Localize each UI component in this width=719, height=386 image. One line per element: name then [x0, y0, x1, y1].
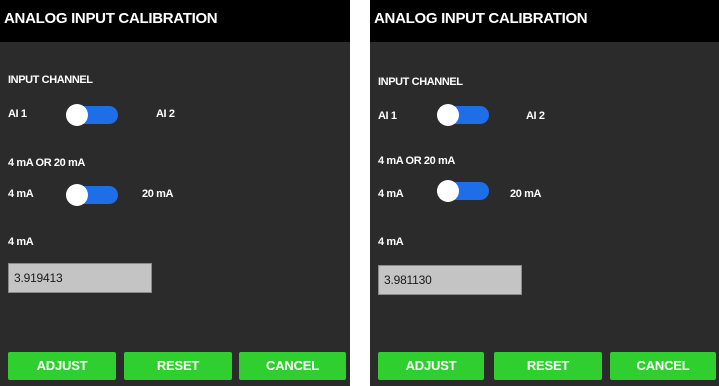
channel-ai2-label: AI 2 — [156, 108, 175, 120]
calibration-panel-right: ANALOG INPUT CALIBRATION INPUT CHANNEL A… — [370, 0, 719, 386]
calibration-value-field[interactable]: 3.981130 — [378, 265, 522, 295]
channel-ai1-label: AI 1 — [378, 110, 397, 122]
channel-ai1-label: AI 1 — [8, 108, 27, 120]
toggle-knob — [437, 104, 459, 126]
range-20ma-label: 20 mA — [510, 188, 542, 200]
input-channel-label: INPUT CHANNEL — [378, 76, 463, 88]
range-20ma-label: 20 mA — [142, 188, 174, 200]
calibration-panel-left: ANALOG INPUT CALIBRATION INPUT CHANNEL A… — [0, 0, 350, 386]
page-title: ANALOG INPUT CALIBRATION — [4, 10, 218, 27]
title-bar: ANALOG INPUT CALIBRATION — [0, 0, 350, 42]
page-title: ANALOG INPUT CALIBRATION — [374, 10, 588, 27]
value-label: 4 mA — [378, 236, 404, 248]
reset-button[interactable]: RESET — [124, 352, 232, 380]
value-label: 4 mA — [8, 236, 34, 248]
title-bar: ANALOG INPUT CALIBRATION — [370, 0, 719, 42]
range-4ma-label: 4 mA — [378, 188, 404, 200]
toggle-knob — [437, 180, 459, 202]
range-label: 4 mA OR 20 mA — [8, 157, 85, 169]
cancel-button[interactable]: CANCEL — [239, 352, 346, 380]
range-toggle[interactable] — [66, 184, 118, 206]
calibration-value-field[interactable]: 3.919413 — [8, 263, 152, 293]
input-channel-label: INPUT CHANNEL — [8, 74, 93, 86]
input-channel-toggle[interactable] — [66, 104, 118, 126]
channel-ai2-label: AI 2 — [526, 110, 545, 122]
range-label: 4 mA OR 20 mA — [378, 155, 455, 167]
toggle-knob — [66, 104, 88, 126]
range-toggle[interactable] — [437, 180, 489, 202]
cancel-button[interactable]: CANCEL — [610, 352, 716, 380]
reset-button[interactable]: RESET — [494, 352, 602, 380]
adjust-button[interactable]: ADJUST — [378, 352, 484, 380]
input-channel-toggle[interactable] — [437, 104, 489, 126]
toggle-knob — [66, 184, 88, 206]
adjust-button[interactable]: ADJUST — [8, 352, 116, 380]
range-4ma-label: 4 mA — [8, 188, 34, 200]
